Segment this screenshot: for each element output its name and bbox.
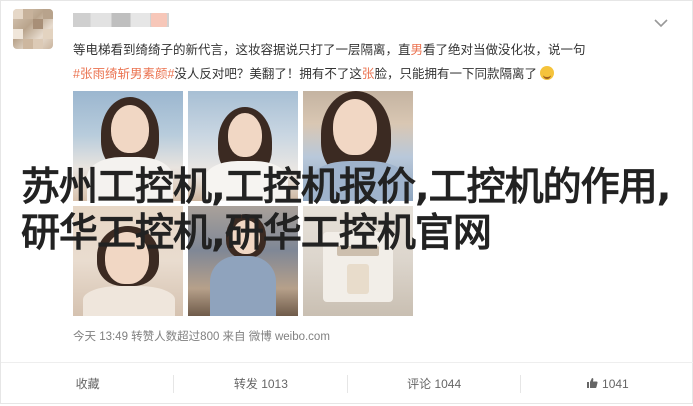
like-button[interactable]: 1041 [521,363,693,405]
comment-button[interactable]: 评论 1044 [348,363,521,405]
chevron-down-icon[interactable] [654,15,668,28]
overlay-title: 苏州工控机,工控机报价,工控机的作用,研华工控机,研华工控机官网 [21,165,671,256]
weibo-post-card: 等电梯看到绮绮子的新代言，这妆容据说只打了一层隔离，直男看了绝对当做没化妆，说一… [0,0,693,404]
highlight-text: 男 [410,43,424,57]
comment-label: 评论 1044 [407,377,462,391]
repost-button[interactable]: 转发 1013 [174,363,348,405]
like-count: 1041 [602,377,629,391]
post-text-mid: 看了绝对当做没化妆，说一句 [423,43,586,57]
post-text-prefix: 等电梯看到绮绮子的新代言，这妆容据说只打了一层隔离，直 [73,43,411,57]
post-text: 等电梯看到绮绮子的新代言，这妆容据说只打了一层隔离，直男看了绝对当做没化妆，说一… [73,38,663,86]
repost-label: 转发 1013 [233,377,288,391]
avatar[interactable] [13,9,53,49]
thumbs-up-icon [586,364,598,388]
laughing-emoji-icon [540,66,555,80]
post-text-mid2: 没人反对吧？美翻了！拥有不了这 [174,67,362,81]
highlight-text-2: 张 [361,67,375,81]
user-badge-icon [151,13,167,27]
post-meta: 今天 13:49 转赞人数超过800 来自 微博 weibo.com [73,331,330,343]
favorite-label: 收藏 [75,377,100,391]
action-bar: 收藏 转发 1013 评论 1044 1041 [1,363,693,405]
post-text-suffix: 脸，只能拥有一下同款隔离了 [374,67,537,81]
topic-link[interactable]: #张雨绮斩男素颜# [73,67,174,81]
favorite-button[interactable]: 收藏 [1,363,175,405]
